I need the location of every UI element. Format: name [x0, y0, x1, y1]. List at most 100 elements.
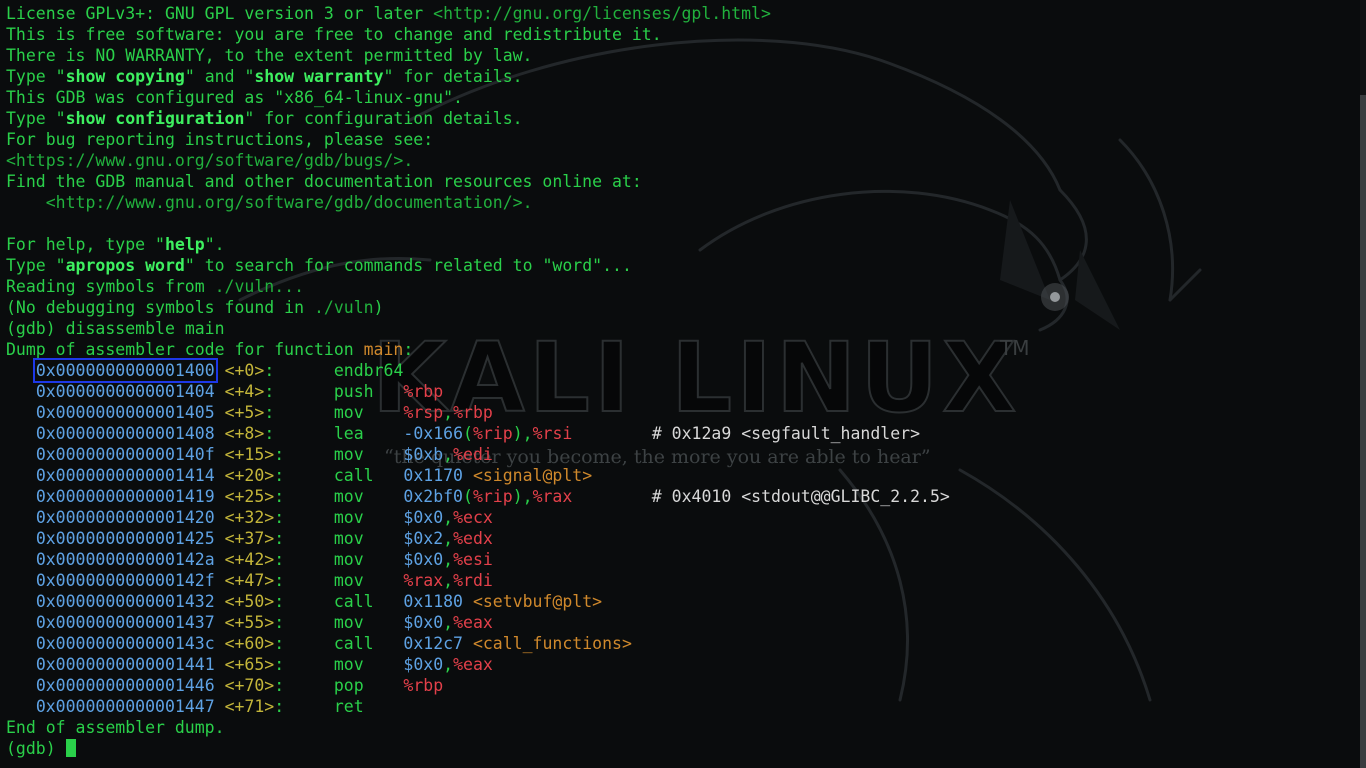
asm-address: 0x0000000000001405: [35, 403, 215, 422]
url-text: <http://www.gnu.org/software/gdb/documen…: [45, 193, 533, 212]
asm-instruction-row[interactable]: 0x0000000000001419 <+25>: mov 0x2bf0(%ri…: [6, 486, 950, 507]
asm-instruction-row[interactable]: 0x0000000000001414 <+20>: call 0x1170 <s…: [6, 465, 950, 486]
final-prompt-line[interactable]: (gdb): [6, 738, 950, 759]
text-segment: License GPLv3+: GNU GPL version 3 or lat…: [6, 4, 434, 23]
offset-colon: :: [274, 697, 334, 716]
asm-address: 0x0000000000001404: [35, 382, 215, 401]
asm-address: 0x0000000000001419: [35, 487, 215, 506]
intro-line: There is NO WARRANTY, to the extent perm…: [6, 45, 950, 66]
operand-punct: ,: [443, 508, 454, 527]
quote-mark: ": [443, 88, 454, 107]
asm-instruction-row[interactable]: 0x0000000000001420 <+32>: mov $0x0,%ecx: [6, 507, 950, 528]
asm-operands: $0x0,%eax: [403, 613, 492, 632]
asm-instruction-row[interactable]: 0x0000000000001405 <+5>: mov %rsp,%rbp: [6, 402, 950, 423]
intro-line: For bug reporting instructions, please s…: [6, 129, 950, 150]
asm-mnemonic: mov: [333, 487, 404, 506]
asm-operands: %rbp: [403, 676, 443, 695]
quote-mark: ": [55, 109, 66, 128]
offset-colon: :: [264, 361, 334, 380]
text-segment: Find the GDB manual and other documentat…: [6, 172, 642, 191]
quote-mark: ": [244, 67, 255, 86]
offset-colon: :: [274, 508, 334, 527]
terminal-window[interactable]: KALI LINUX TM “the quieter you become, t…: [0, 0, 1366, 768]
asm-mnemonic: mov: [333, 403, 404, 422]
asm-instruction-row[interactable]: 0x0000000000001446 <+70>: pop %rbp: [6, 675, 950, 696]
asm-address: 0x000000000000142a: [35, 550, 215, 569]
asm-offset: <+4>: [224, 382, 265, 401]
intro-line: [6, 213, 950, 234]
quote-mark: ": [184, 256, 195, 275]
register: %rbp: [453, 403, 493, 422]
text-segment: For help, type: [6, 235, 156, 254]
asm-instruction-row[interactable]: 0x0000000000001432 <+50>: call 0x1180 <s…: [6, 591, 950, 612]
asm-address: 0x000000000000143c: [35, 634, 215, 653]
text-segment: ): [373, 298, 384, 317]
text-segment: for details.: [393, 67, 523, 86]
intro-line: Type "show configuration" for configurat…: [6, 108, 950, 129]
asm-offset: <+50>: [224, 592, 275, 611]
text-segment: ...: [602, 256, 632, 275]
operand-punct: (: [463, 487, 473, 506]
text-segment: [6, 193, 46, 212]
asm-instruction-row[interactable]: 0x0000000000001441 <+65>: mov $0x0,%eax: [6, 654, 950, 675]
intro-line: This is free software: you are free to c…: [6, 24, 950, 45]
offset-colon: :: [274, 550, 334, 569]
asm-mnemonic: ret: [333, 697, 404, 716]
asm-instruction-row[interactable]: 0x0000000000001404 <+4>: push %rbp: [6, 381, 950, 402]
text-segment: to search for commands related to: [194, 256, 543, 275]
asm-operands: 0x12c7 <call_functions>: [403, 634, 632, 653]
text-segment: (No debugging symbols found in: [6, 298, 314, 317]
asm-comment: # 0x4010 <stdout@@GLIBC_2.2.5>: [651, 487, 950, 506]
text-segment: There is NO WARRANTY, to the extent perm…: [6, 46, 533, 65]
quote-mark: ": [155, 235, 165, 254]
dump-header-text: Dump of assembler code for function: [6, 340, 364, 359]
operand-punct: ,: [443, 613, 454, 632]
asm-instruction-row[interactable]: 0x0000000000001447 <+71>: ret: [6, 696, 950, 717]
asm-instruction-row[interactable]: 0x0000000000001400 <+0>: endbr64: [6, 358, 950, 383]
asm-offset: <+42>: [224, 550, 275, 569]
asm-mnemonic: mov: [333, 613, 404, 632]
asm-instruction-row[interactable]: 0x0000000000001408 <+8>: lea -0x166(%rip…: [6, 423, 950, 444]
file-path: ./vuln: [313, 298, 374, 317]
asm-instruction-row[interactable]: 0x000000000000140f <+15>: mov $0xb,%edi: [6, 444, 950, 465]
scrollbar-thumb[interactable]: [1360, 95, 1366, 768]
asm-instruction-row[interactable]: 0x0000000000001425 <+37>: mov $0x2,%edx: [6, 528, 950, 549]
asm-operands: $0x0,%esi: [403, 550, 492, 569]
asm-instruction-row[interactable]: 0x000000000000143c <+60>: call 0x12c7 <c…: [6, 633, 950, 654]
register: %esi: [453, 550, 493, 569]
dump-footer: End of assembler dump.: [6, 717, 950, 738]
asm-operands: %rsp,%rbp: [403, 403, 492, 422]
intro-line: Type "show copying" and "show warranty" …: [6, 66, 950, 87]
asm-mnemonic: mov: [333, 508, 404, 527]
terminal-output[interactable]: License GPLv3+: GNU GPL version 3 or lat…: [6, 3, 950, 759]
quote-mark: ": [274, 88, 285, 107]
command-keyword: show warranty: [254, 67, 384, 86]
asm-offset: <+65>: [224, 655, 275, 674]
asm-instruction-row[interactable]: 0x000000000000142f <+47>: mov %rax,%rdi: [6, 570, 950, 591]
asm-mnemonic: call: [333, 592, 404, 611]
operand-punct: ),: [512, 424, 533, 443]
asm-instruction-row[interactable]: 0x0000000000001437 <+55>: mov $0x0,%eax: [6, 612, 950, 633]
quote-mark: ": [184, 67, 195, 86]
operand-punct: [463, 634, 473, 653]
register: %rip: [472, 424, 513, 443]
asm-instruction-row[interactable]: 0x000000000000142a <+42>: mov $0x0,%esi: [6, 549, 950, 570]
command-line: (gdb) disassemble main: [6, 318, 950, 339]
text-cursor[interactable]: [65, 739, 76, 757]
immediate: 0x1180: [403, 592, 463, 611]
asm-operands: $0xb,%edi: [403, 445, 492, 464]
